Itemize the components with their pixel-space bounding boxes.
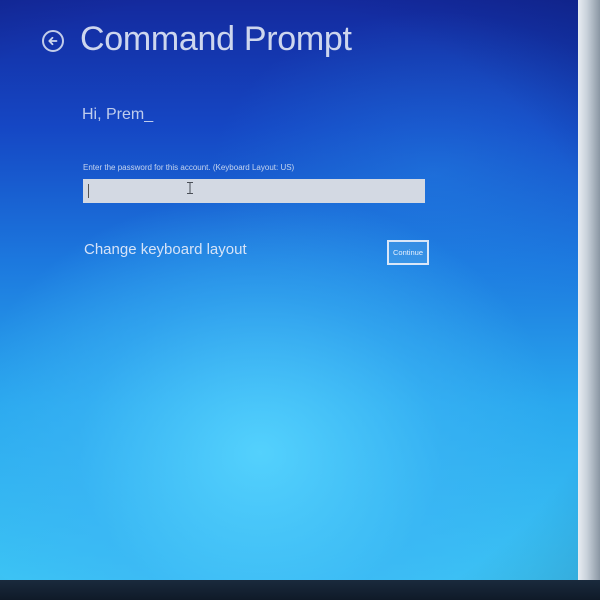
password-prompt-label: Enter the password for this account. (Ke… xyxy=(83,163,295,172)
monitor-bezel-right xyxy=(578,0,600,600)
user-greeting: Hi, Prem_ xyxy=(82,106,154,123)
continue-button[interactable]: Continue xyxy=(387,240,429,265)
text-caret xyxy=(88,184,89,198)
password-field[interactable] xyxy=(83,179,425,203)
change-keyboard-layout-link[interactable]: Change keyboard layout xyxy=(84,241,247,258)
recovery-screen: Command Prompt Hi, Prem_ Enter the passw… xyxy=(0,0,578,580)
page-title: Command Prompt xyxy=(80,20,352,58)
back-button[interactable] xyxy=(42,30,64,52)
arrow-left-circle-icon xyxy=(48,36,58,46)
ibeam-cursor-icon xyxy=(186,182,194,194)
monitor-bezel-bottom xyxy=(0,580,600,600)
